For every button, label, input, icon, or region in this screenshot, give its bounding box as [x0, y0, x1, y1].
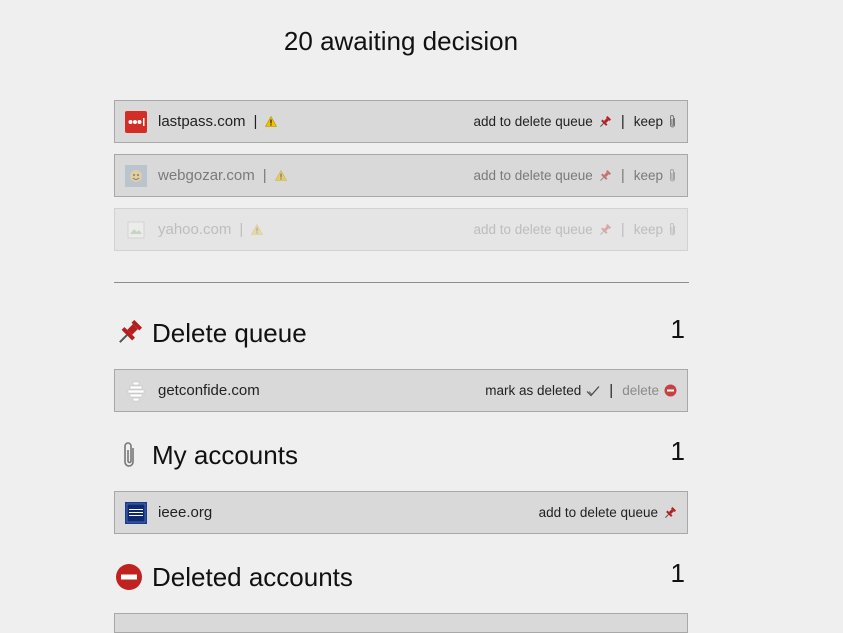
delete-link[interactable]: delete [622, 383, 659, 398]
separator: | [609, 382, 614, 399]
add-to-delete-queue-link[interactable]: add to delete queue [473, 222, 592, 237]
delete-queue-header: Delete queue 1 [114, 313, 689, 351]
domain-label: lastpass.com [158, 113, 246, 130]
row-actions: add to delete queue | keep [473, 167, 677, 184]
section-count: 1 [670, 557, 685, 588]
add-to-delete-queue-link[interactable]: add to delete queue [473, 168, 592, 183]
pushpin-icon[interactable] [663, 506, 677, 520]
keep-link[interactable]: keep [634, 114, 663, 129]
warning-icon[interactable] [274, 170, 287, 181]
deleted-row [114, 613, 688, 633]
separator: | [620, 113, 625, 130]
warning-icon[interactable] [251, 224, 264, 235]
checkmark-icon[interactable] [586, 385, 600, 397]
domain-label: webgozar.com [158, 167, 255, 184]
page-title: 20 awaiting decision [283, 26, 519, 56]
domain-label: getconfide.com [158, 382, 260, 399]
section-count: 1 [670, 313, 685, 344]
confide-logo [125, 380, 147, 402]
account-row: ieee.org add to delete queue [114, 491, 688, 534]
separator: | [239, 221, 244, 238]
app: 20 awaiting decision lastpass.com | add … [0, 0, 843, 633]
domain-label: yahoo.com [158, 221, 232, 238]
separator: | [262, 167, 267, 184]
separator: | [253, 113, 258, 130]
pending-row: lastpass.com | add to delete queue | kee… [114, 100, 688, 143]
no-entry-icon[interactable] [664, 384, 677, 397]
paperclip-icon[interactable] [668, 222, 677, 237]
keep-link[interactable]: keep [634, 168, 663, 183]
warning-icon[interactable] [265, 116, 278, 127]
row-actions: add to delete queue [539, 505, 677, 520]
webgozar-logo [125, 164, 147, 187]
section-title: Delete queue [152, 317, 307, 348]
no-entry-icon [114, 562, 144, 592]
pending-row: webgozar.com | add to delete queue | kee… [114, 154, 688, 197]
pushpin-icon[interactable] [598, 115, 612, 129]
paperclip-icon [114, 440, 144, 470]
paperclip-icon[interactable] [668, 114, 677, 129]
ieee-logo [125, 501, 147, 524]
row-actions: add to delete queue | keep [473, 113, 677, 130]
pushpin-icon[interactable] [598, 169, 612, 183]
deleted-accounts-header: Deleted accounts 1 [114, 557, 689, 595]
separator: | [620, 167, 625, 184]
separator: | [620, 221, 625, 238]
broken-image-icon [125, 219, 147, 241]
row-actions: add to delete queue | keep [473, 221, 677, 238]
add-to-delete-queue-link[interactable]: add to delete queue [539, 505, 658, 520]
my-accounts-header: My accounts 1 [114, 435, 689, 473]
mark-as-deleted-link[interactable]: mark as deleted [485, 383, 581, 398]
queue-row: getconfide.com mark as deleted | delete [114, 369, 688, 412]
section-title: Deleted accounts [152, 561, 353, 592]
pushpin-icon [114, 318, 144, 348]
pending-row: yahoo.com | add to delete queue | keep [114, 208, 688, 251]
divider [114, 282, 689, 283]
add-to-delete-queue-link[interactable]: add to delete queue [473, 114, 592, 129]
keep-link[interactable]: keep [634, 222, 663, 237]
row-actions: mark as deleted | delete [485, 382, 677, 399]
section-count: 1 [670, 435, 685, 466]
pushpin-icon[interactable] [598, 223, 612, 237]
section-title: My accounts [152, 439, 298, 470]
domain-label: ieee.org [158, 504, 213, 521]
paperclip-icon[interactable] [668, 168, 677, 183]
lastpass-logo [125, 110, 147, 133]
